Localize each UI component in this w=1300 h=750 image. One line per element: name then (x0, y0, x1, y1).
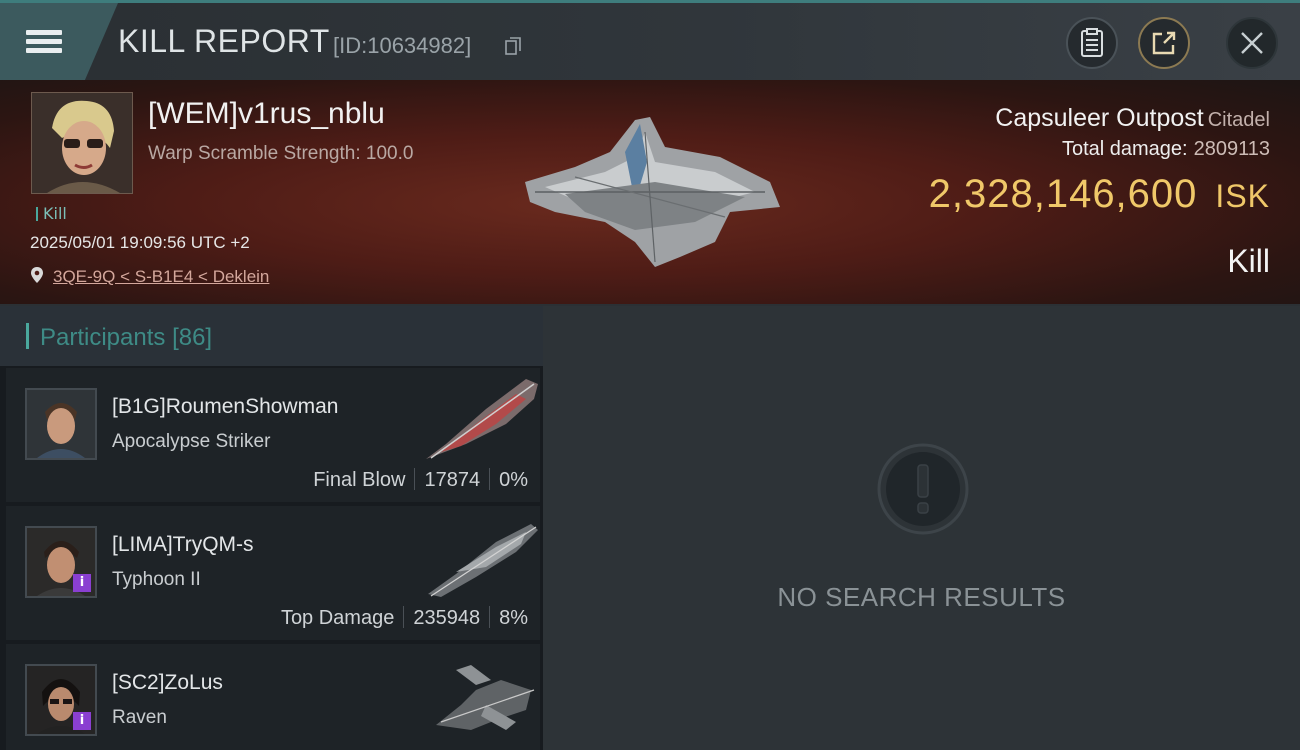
isk-amount: 2,328,146,600 (928, 172, 1198, 216)
top-bar: KILL REPORT [ID:10634982] (0, 0, 1300, 80)
participants-panel: Participants [86] [B1G]RoumenShowman Apo… (0, 306, 543, 750)
avatar[interactable] (25, 388, 97, 460)
participant-role: Final Blow (313, 469, 406, 491)
report-id: [ID:10634982] (333, 33, 472, 58)
copy-icon[interactable] (505, 37, 521, 55)
participant-role: Top Damage (280, 607, 395, 629)
menu-button[interactable] (0, 3, 118, 80)
participant-stats: Top Damage 235948 8% (281, 606, 528, 630)
notes-button[interactable] (1066, 17, 1118, 69)
share-button[interactable] (1138, 17, 1190, 69)
hamburger-icon (26, 26, 62, 57)
participant-percent: 8% (499, 607, 528, 629)
warp-scramble-strength: Warp Scramble Strength: 100.0 (148, 143, 414, 164)
ship-type: Capsuleer Outpost Citadel (995, 104, 1270, 133)
close-button[interactable] (1226, 17, 1278, 69)
participant-damage: 17874 (424, 469, 481, 491)
victim-name[interactable]: [WEM]v1rus_nblu (148, 97, 385, 131)
participant-ship: Raven (112, 707, 167, 728)
ship-thumbnail (436, 665, 535, 730)
empty-state-message: NO SEARCH RESULTS (777, 582, 1066, 612)
location-pin-icon (31, 267, 43, 283)
participants-label: Participants (40, 324, 166, 351)
exclamation-icon (877, 443, 969, 535)
close-icon (1241, 32, 1263, 54)
info-badge[interactable]: i (73, 712, 91, 730)
participant-percent: 0% (499, 469, 528, 491)
kill-status: Kill (1227, 243, 1270, 279)
citadel-image (525, 117, 780, 267)
total-damage-label: Total damage: (1061, 138, 1188, 160)
participant-stats: Final Blow 17874 0% (313, 468, 528, 492)
ship-thumbnail (428, 524, 538, 597)
kill-tag: Kill (36, 204, 67, 223)
kill-timestamp: 2025/05/01 19:09:56 UTC +2 (30, 233, 250, 252)
victim-portrait[interactable] (31, 92, 133, 194)
ship-type-name[interactable]: Capsuleer Outpost (995, 104, 1203, 132)
clipboard-icon (1081, 28, 1103, 57)
isk-value: 2,328,146,600 ISK (929, 172, 1270, 217)
participant-name[interactable]: [B1G]RoumenShowman (112, 395, 338, 419)
participant-row[interactable]: i [SC2]ZoLus Raven (6, 644, 540, 750)
participant-ship: Typhoon II (112, 569, 201, 590)
share-icon (1152, 31, 1176, 55)
results-panel: NO SEARCH RESULTS (543, 306, 1300, 750)
participant-name[interactable]: [LIMA]TryQM-s (112, 533, 254, 557)
participant-row[interactable]: [B1G]RoumenShowman Apocalypse Striker Fi… (6, 368, 540, 502)
avatar (32, 93, 132, 193)
participant-damage: 235948 (413, 607, 481, 629)
page-title: KILL REPORT (118, 23, 330, 59)
ship-class: Citadel (1207, 109, 1270, 131)
total-damage: Total damage: 2809113 (1062, 138, 1270, 161)
participants-header: Participants [86] (0, 306, 543, 366)
ship-thumbnail (426, 379, 538, 459)
total-damage-value: 2809113 (1193, 138, 1270, 160)
participant-name[interactable]: [SC2]ZoLus (112, 671, 223, 695)
info-badge[interactable]: i (73, 574, 91, 592)
participants-count: [86] (172, 324, 213, 351)
isk-unit: ISK (1215, 178, 1270, 214)
location-link[interactable]: 3QE-9Q < S-B1E4 < Deklein (53, 267, 269, 287)
participant-ship: Apocalypse Striker (112, 431, 271, 452)
participant-row[interactable]: i [LIMA]TryQM-s Typhoon II Top Damage 235… (6, 506, 540, 640)
victim-banner: [WEM]v1rus_nblu Warp Scramble Strength: … (0, 80, 1300, 306)
